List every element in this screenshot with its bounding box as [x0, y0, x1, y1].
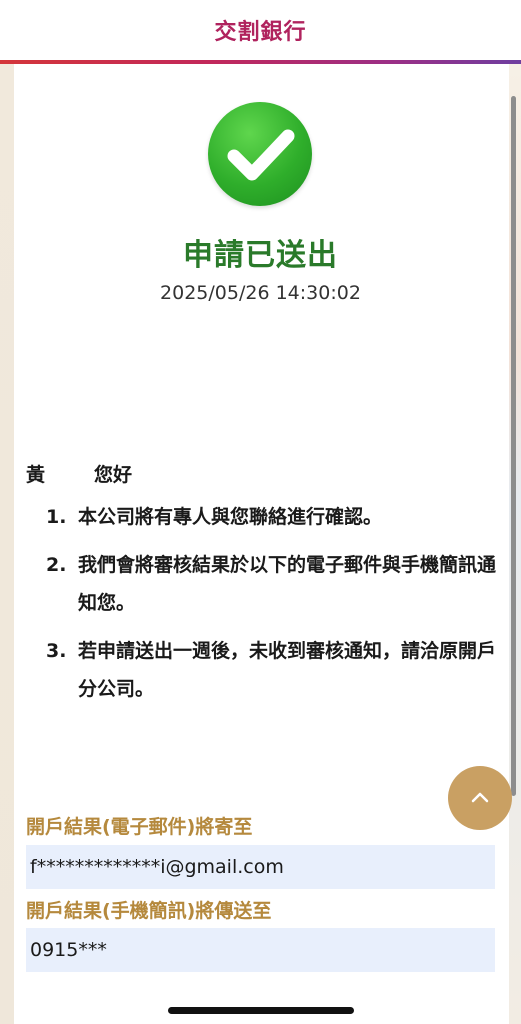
- sms-section-label: 開戶結果(手機簡訊)將傳送至: [26, 900, 272, 922]
- app-header: 交割銀行: [0, 0, 521, 60]
- notice-number: 2.: [46, 554, 67, 576]
- email-value: f*************i@gmail.com: [26, 845, 495, 889]
- notice-number: 1.: [46, 506, 67, 528]
- header-title: 交割銀行: [214, 20, 307, 45]
- email-section-label: 開戶結果(電子郵件)將寄至: [26, 816, 253, 838]
- notice-text: 若申請送出一週後，未收到審核通知，請洽原開戶分公司。: [78, 640, 497, 700]
- greeting-hello: 您好: [94, 464, 133, 486]
- notice-list: 1. 本公司將有專人與您聯絡進行確認。 2. 我們會將審核結果於以下的電子郵件與…: [26, 498, 498, 718]
- home-indicator: [168, 1007, 354, 1014]
- scroll-to-top-button[interactable]: [448, 766, 512, 830]
- greeting: 黃 您好: [26, 460, 496, 488]
- checkmark-success-icon: [208, 102, 312, 206]
- notice-item: 1. 本公司將有專人與您聯絡進行確認。: [26, 498, 498, 536]
- notice-number: 3.: [46, 640, 67, 662]
- notice-text: 本公司將有專人與您聯絡進行確認。: [78, 506, 383, 528]
- notice-text: 我們會將審核結果於以下的電子郵件與手機簡訊通知您。: [78, 554, 497, 614]
- background-left-edge: [0, 64, 14, 1024]
- status-title: 申請已送出: [183, 238, 338, 273]
- scrollbar[interactable]: [511, 96, 516, 796]
- chevron-up-icon: [471, 792, 489, 803]
- status-timestamp: 2025/05/26 14:30:02: [160, 282, 361, 304]
- notice-item: 3. 若申請送出一週後，未收到審核通知，請洽原開戶分公司。: [26, 632, 498, 708]
- sms-value: 0915***: [26, 928, 495, 972]
- notice-item: 2. 我們會將審核結果於以下的電子郵件與手機簡訊通知您。: [26, 546, 498, 622]
- greeting-surname: 黃: [26, 464, 46, 486]
